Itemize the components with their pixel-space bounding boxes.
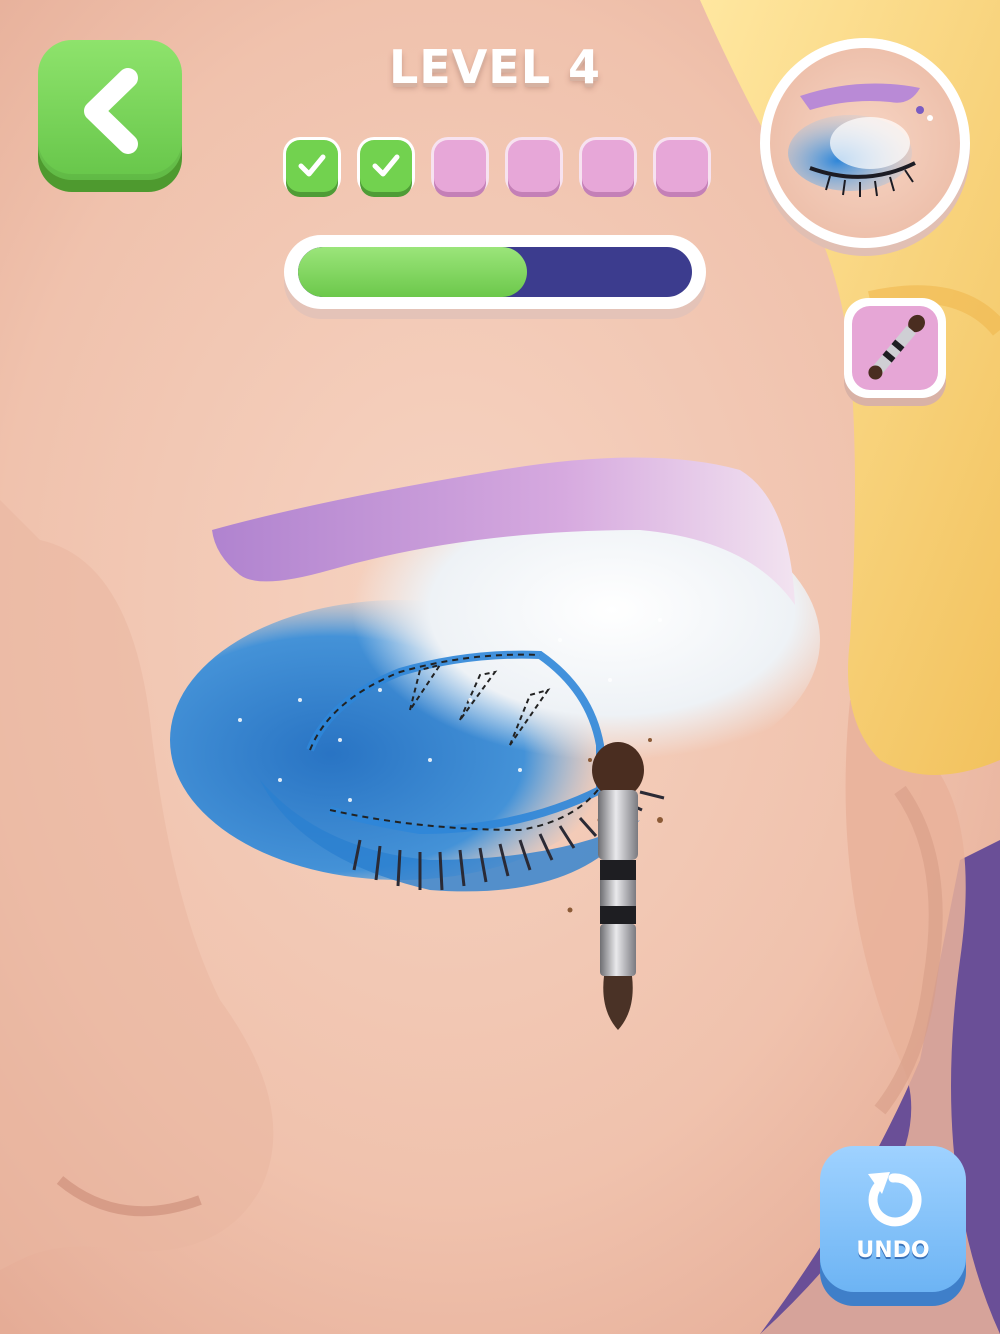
progress-fill — [298, 247, 527, 297]
step-indicator — [582, 140, 634, 192]
checkmark-icon — [372, 154, 400, 177]
eye-preview-image — [770, 48, 960, 238]
checkmark-icon — [298, 154, 326, 177]
progress-bar — [284, 235, 706, 321]
chevron-left-icon — [84, 68, 138, 154]
step-indicator — [656, 140, 708, 192]
level-title: LEVEL 4 — [388, 40, 602, 94]
undo-button[interactable]: UNDO — [820, 1146, 966, 1306]
target-look-preview — [760, 38, 970, 248]
undo-label: UNDO — [856, 1238, 930, 1263]
step-indicator — [286, 140, 338, 192]
step-indicator — [434, 140, 486, 192]
sponge-brush-icon — [868, 314, 925, 380]
brush-tool-button[interactable] — [844, 298, 946, 408]
step-indicator — [360, 140, 412, 192]
back-button[interactable] — [38, 40, 182, 192]
progress-track — [298, 247, 692, 297]
undo-arrow-icon — [868, 1172, 922, 1227]
level-steps — [283, 140, 713, 196]
step-indicator — [508, 140, 560, 192]
